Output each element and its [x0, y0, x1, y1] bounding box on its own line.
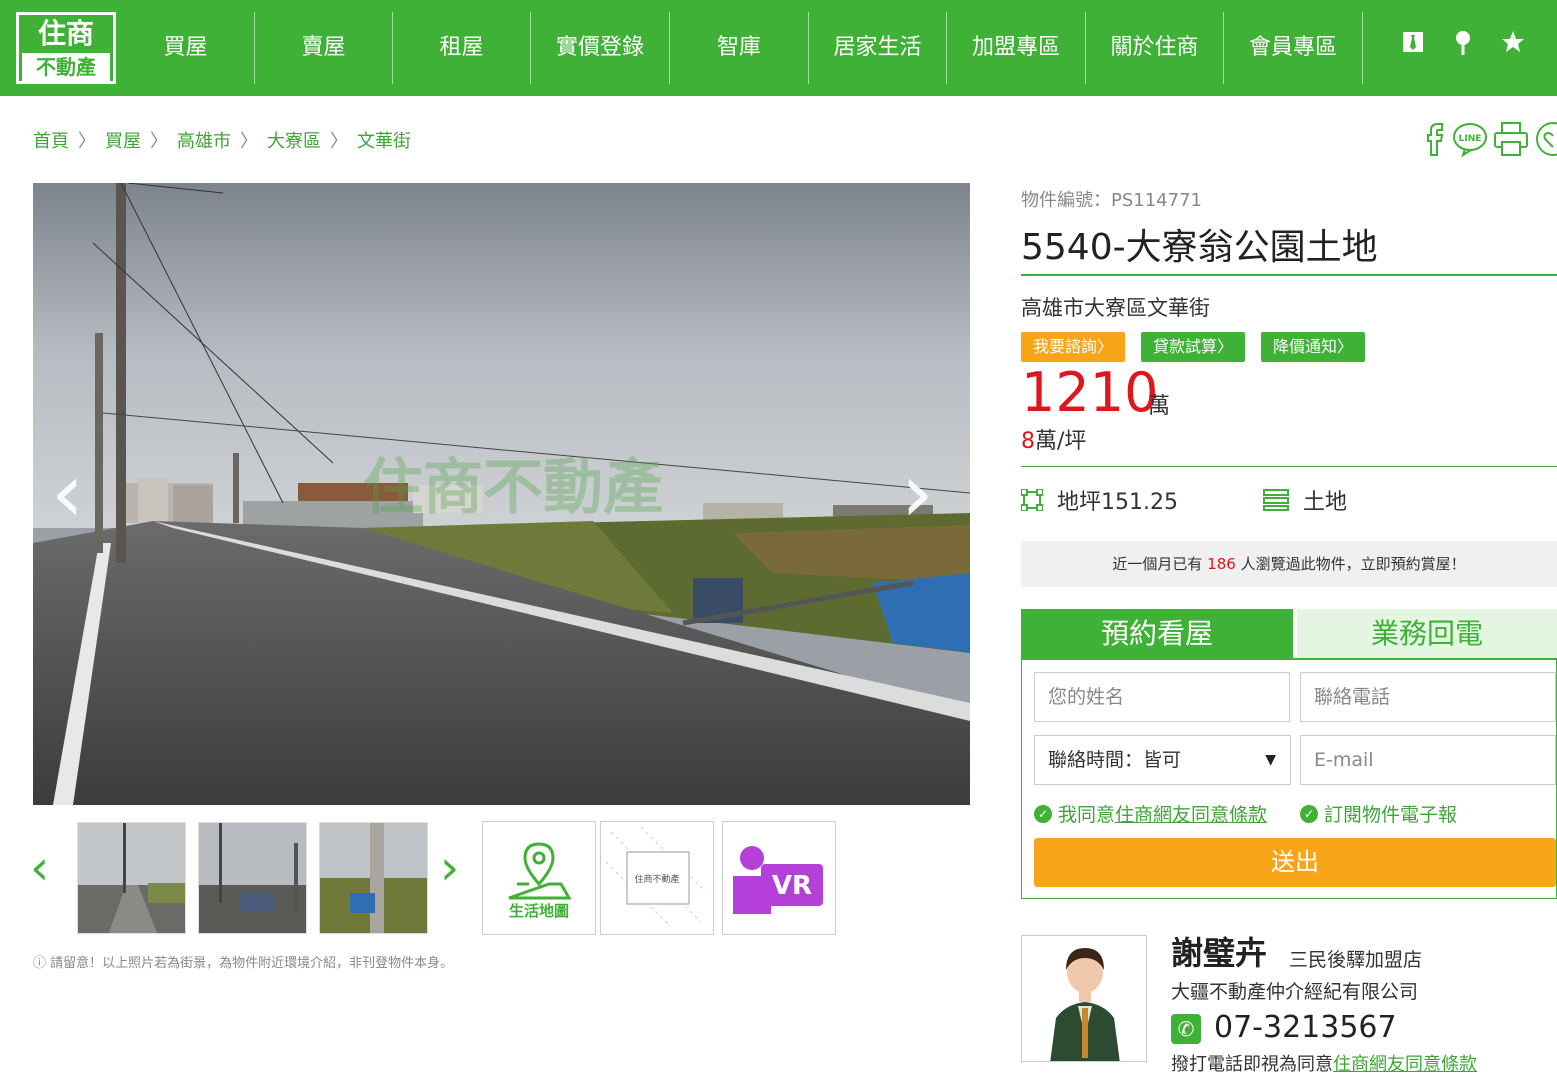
tab-callback[interactable]: 業務回電 [1297, 609, 1557, 659]
unit-price-number: 8 [1021, 429, 1035, 454]
floorplan-watermark: 住商不動產 [634, 873, 679, 885]
photo-watermark: 住商不動產 [363, 453, 663, 523]
star-icon[interactable] [1497, 30, 1529, 65]
nav-item-buy[interactable]: 買屋 [117, 12, 255, 84]
chevron-right-icon: 〉 [150, 131, 168, 152]
thumbs-prev-arrow[interactable]: ‹ [30, 838, 49, 898]
agent-store: 三民後驛加盟店 [1289, 949, 1423, 971]
life-map-button[interactable]: 生活地圖 [482, 821, 596, 935]
logo-line1: 住商 [37, 17, 94, 50]
land-area-feature: 地坪151.25 [1021, 484, 1178, 516]
line-icon[interactable]: LINE [1451, 120, 1489, 158]
inquiry-button[interactable]: 我要諮詢〉 [1021, 332, 1126, 362]
nav-item-sell[interactable]: 賣屋 [255, 12, 393, 84]
user-icon[interactable] [1545, 30, 1557, 65]
agent-avatar [1021, 935, 1147, 1062]
views-suffix: 人瀏覽過此物件，立即預約賞屋！ [1240, 555, 1466, 573]
subscribe-label: 訂閱物件電子報 [1324, 804, 1458, 826]
location-pin-icon[interactable] [1447, 30, 1479, 67]
vr-button[interactable]: VR [722, 821, 836, 935]
phone-note-prefix: 撥打電話即視為同意 [1171, 1054, 1333, 1075]
title-divider [1021, 274, 1557, 276]
tie-icon[interactable] [1397, 30, 1429, 65]
thumbnail-3[interactable] [319, 822, 428, 934]
photo-prev-arrow[interactable]: ‹ [51, 453, 84, 535]
breadcrumb: 首頁 〉 買屋 〉 高雄市 〉 大寮區 〉 文華街 [33, 127, 411, 153]
price-alert-button[interactable]: 降價通知〉 [1261, 332, 1366, 362]
svg-text:LINE: LINE [1459, 134, 1482, 144]
phone-consent-note: 撥打電話即視為同意住商網友同意條款 [1171, 1050, 1477, 1076]
breadcrumb-buy[interactable]: 買屋 [105, 127, 141, 153]
nav-item-home-life[interactable]: 居家生活 [809, 12, 947, 84]
nav-item-franchise[interactable]: 加盟專區 [947, 12, 1086, 84]
chevron-right-icon: 〉 [240, 131, 258, 152]
site-logo[interactable]: 住商 不動產 [16, 12, 116, 84]
submit-button[interactable]: 送出 [1034, 838, 1556, 887]
price-divider [1021, 466, 1557, 467]
name-input[interactable]: 您的姓名 [1034, 672, 1290, 722]
loan-calculator-button[interactable]: 貸款試算〉 [1141, 332, 1246, 362]
phone-terms-link[interactable]: 住商網友同意條款 [1333, 1054, 1477, 1075]
favorite-icon[interactable] [1534, 120, 1557, 158]
floorplan-placeholder[interactable]: 住商不動產 [600, 821, 714, 935]
agree-prefix: 我同意 [1058, 804, 1116, 826]
views-prefix: 近一個月已有 [1112, 555, 1203, 573]
caret-down-icon: ▼ [1265, 752, 1276, 768]
contact-time-select[interactable]: 聯絡時間：皆可 ▼ [1034, 735, 1291, 785]
info-icon: ⓘ [33, 956, 47, 971]
vr-label: VR [772, 871, 812, 901]
breadcrumb-home[interactable]: 首頁 [33, 127, 69, 153]
subscribe-checkbox[interactable]: ✓ 訂閱物件電子報 [1300, 800, 1457, 827]
check-circle-icon: ✓ [1034, 804, 1052, 823]
listing-address: 高雄市大寮區文華街 [1021, 296, 1210, 320]
top-navigation: 住商 不動產 買屋 賣屋 租屋 實價登錄 智庫 居家生活 加盟專區 關於住商 會… [0, 0, 1557, 96]
land-area-value: 地坪151.25 [1057, 490, 1178, 515]
main-photo[interactable]: 住商不動產 ‹ › [33, 183, 970, 805]
price-unit: 萬 [1148, 394, 1171, 419]
chevron-right-icon: 〉 [330, 131, 348, 152]
photo-notice: ⓘ 請留意！以上照片若為街景，為物件附近環境介紹，非刊登物件本身。 [33, 952, 453, 971]
building-icon [1263, 489, 1289, 511]
photo-next-arrow[interactable]: › [901, 453, 934, 535]
check-circle-icon: ✓ [1300, 804, 1318, 823]
email-input[interactable]: E-mail [1300, 735, 1556, 785]
agent-name: 謝璧卉 [1171, 934, 1268, 972]
nav-item-about[interactable]: 關於住商 [1086, 12, 1224, 84]
nav-item-rent[interactable]: 租屋 [393, 12, 531, 84]
phone-input[interactable]: 聯絡電話 [1300, 672, 1556, 722]
unit-price: 8萬/坪 [1021, 423, 1086, 455]
photo-notice-text: 請留意！以上照片若為街景，為物件附近環境介紹，非刊登物件本身。 [50, 956, 454, 971]
area-icon [1021, 489, 1043, 511]
property-type-feature: 土地 [1263, 484, 1347, 516]
agent-company: 大疆不動產仲介經紀有限公司 [1171, 981, 1419, 1003]
property-type-value: 土地 [1303, 490, 1348, 515]
nav-item-price-registry[interactable]: 實價登錄 [531, 12, 670, 84]
phone-icon: ✆ [1171, 1014, 1201, 1044]
listing-id: 物件編號：PS114771 [1021, 190, 1202, 211]
tab-book-viewing[interactable]: 預約看屋 [1021, 609, 1293, 659]
logo-line2: 不動產 [22, 53, 110, 81]
nav-item-member[interactable]: 會員專區 [1224, 12, 1363, 84]
view-count-banner: 近一個月已有 186 人瀏覽過此物件，立即預約賞屋！ [1021, 541, 1557, 587]
thumbs-next-arrow[interactable]: › [440, 838, 459, 898]
contact-time-value: 聯絡時間：皆可 [1048, 749, 1182, 771]
views-count: 186 [1207, 555, 1236, 573]
agent-phone[interactable]: 07-3213567 [1214, 1010, 1397, 1045]
breadcrumb-city[interactable]: 高雄市 [177, 127, 231, 153]
life-map-label: 生活地圖 [508, 902, 569, 920]
agree-terms-checkbox[interactable]: ✓ 我同意 住商網友同意條款 [1034, 800, 1267, 827]
nav-item-think-tank[interactable]: 智庫 [670, 12, 809, 84]
listing-price: 1210 [1021, 361, 1159, 424]
listing-title: 5540-大寮翁公園土地 [1021, 227, 1378, 268]
thumbnail-2[interactable] [198, 822, 307, 934]
breadcrumb-street[interactable]: 文華街 [357, 127, 411, 153]
thumbnail-1[interactable] [77, 822, 186, 934]
breadcrumb-district[interactable]: 大寮區 [267, 127, 321, 153]
print-icon[interactable] [1492, 120, 1530, 158]
unit-price-unit: 萬/坪 [1035, 429, 1087, 454]
chevron-right-icon: 〉 [78, 131, 96, 152]
terms-link[interactable]: 住商網友同意條款 [1115, 800, 1267, 827]
